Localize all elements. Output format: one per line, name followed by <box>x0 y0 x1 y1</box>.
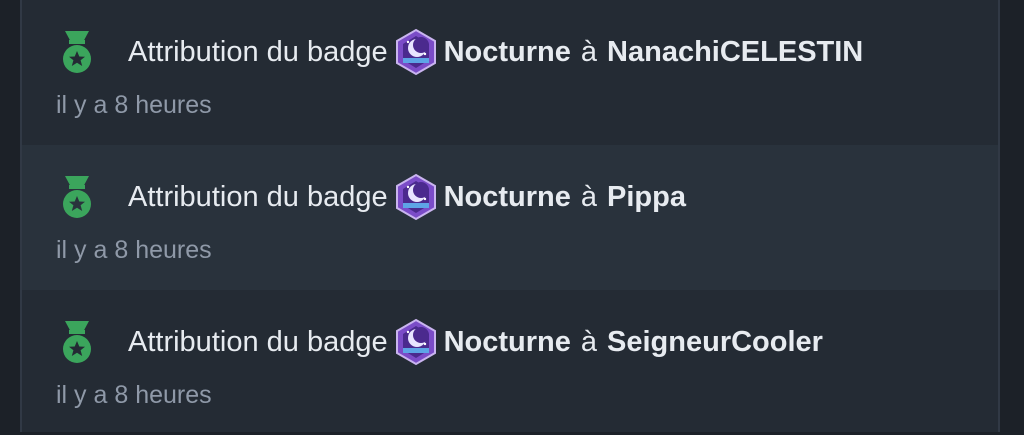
nocturne-badge-icon[interactable] <box>394 28 438 76</box>
timestamp: il y a 8 heures <box>56 91 212 119</box>
timestamp: il y a 8 heures <box>56 381 212 409</box>
medal-icon <box>60 29 94 75</box>
activity-feed: Attribution du badge Nocturne à NanachiC… <box>20 0 1000 432</box>
badge-name-link[interactable]: Nocturne <box>444 181 571 214</box>
badge-name-link[interactable]: Nocturne <box>444 36 571 69</box>
preposition-text: à <box>580 35 598 68</box>
feed-item-message: Attribution du badge Nocturne à Seigneur… <box>60 316 823 368</box>
nocturne-badge-icon[interactable] <box>394 318 438 366</box>
recipient-link[interactable]: Pippa <box>607 181 686 214</box>
medal-icon <box>60 174 94 220</box>
nocturne-badge-icon[interactable] <box>394 173 438 221</box>
action-text: Attribution du badge <box>128 325 388 358</box>
feed-item[interactable]: Attribution du badge Nocturne à Pippa il… <box>22 145 998 290</box>
feed-item-message: Attribution du badge Nocturne à NanachiC… <box>60 26 863 78</box>
action-text: Attribution du badge <box>128 180 388 213</box>
preposition-text: à <box>580 180 598 213</box>
timestamp: il y a 8 heures <box>56 236 212 264</box>
recipient-link[interactable]: NanachiCELESTIN <box>607 36 863 69</box>
feed-item[interactable]: Attribution du badge Nocturne à Seigneur… <box>22 290 998 435</box>
medal-icon <box>60 319 94 365</box>
action-text: Attribution du badge <box>128 35 388 68</box>
feed-item[interactable]: Attribution du badge Nocturne à NanachiC… <box>22 0 998 145</box>
preposition-text: à <box>580 325 598 358</box>
badge-name-link[interactable]: Nocturne <box>444 326 571 359</box>
recipient-link[interactable]: SeigneurCooler <box>607 326 823 359</box>
feed-item-message: Attribution du badge Nocturne à Pippa <box>60 171 686 223</box>
